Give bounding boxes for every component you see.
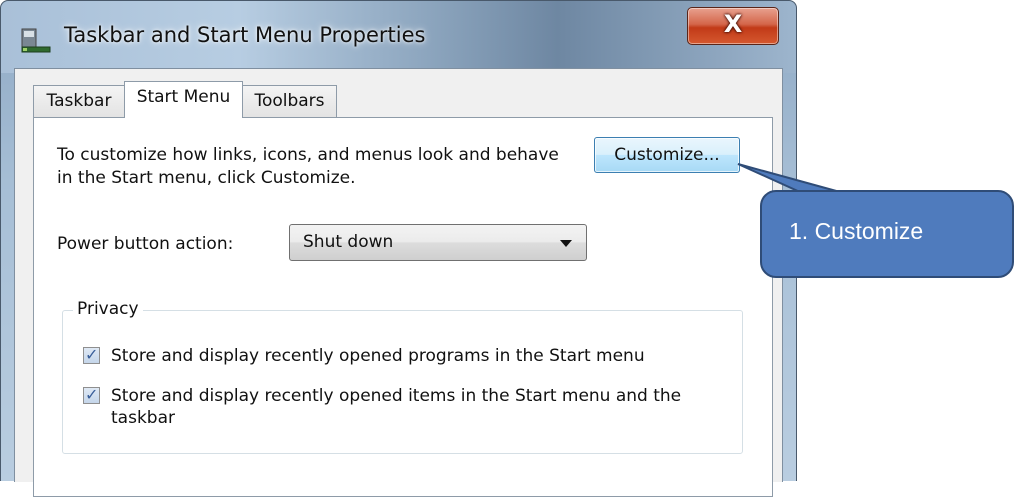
tab-start-menu[interactable]: Start Menu: [124, 81, 243, 118]
callout-label: 1. Customize: [789, 218, 924, 244]
callout-box: 1. Customize: [760, 190, 1014, 278]
